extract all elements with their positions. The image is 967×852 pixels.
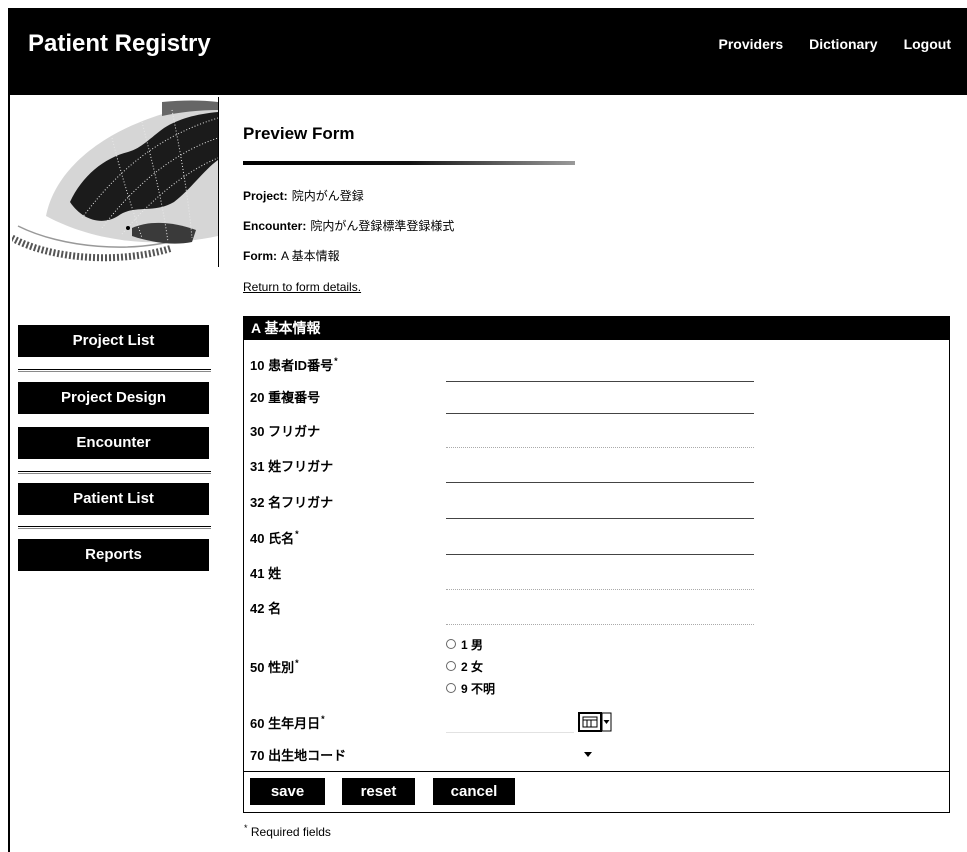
cancel-button[interactable]: cancel <box>433 778 515 805</box>
form-row-first-name: 42 名 <box>244 590 949 625</box>
top-nav: Providers Dictionary Logout <box>719 35 951 53</box>
sidebar-divider <box>18 526 211 529</box>
field-label: 70 出生地コード <box>250 747 347 763</box>
required-fields-note: * Required fields <box>243 820 331 840</box>
form-section-title: A 基本情報 <box>244 316 949 340</box>
sidebar-item-reports[interactable]: Reports <box>18 539 209 571</box>
required-mark: * <box>244 823 248 833</box>
form-value: A 基本情報 <box>281 249 340 263</box>
form-row-birthplace-code: 70 出生地コード <box>244 737 949 771</box>
required-mark: * <box>334 356 338 367</box>
form-info: Form: A 基本情報 <box>243 248 340 264</box>
field-label: 42 名 <box>250 601 282 616</box>
form-row-first-name-furigana: 32 名フリガナ <box>244 483 949 519</box>
reset-button[interactable]: reset <box>342 778 415 805</box>
encounter-label: Encounter: <box>243 219 307 233</box>
form-row-full-name: 40 氏名* <box>244 519 949 555</box>
duplicate-number-input[interactable] <box>446 393 754 414</box>
field-label: 41 姓 <box>250 566 282 581</box>
last-name-input[interactable] <box>446 569 754 590</box>
form-row-birth-date: 60 生年月日* <box>244 707 949 737</box>
field-label: 60 生年月日* <box>244 713 446 732</box>
radio-button[interactable] <box>446 683 456 693</box>
encounter-info: Encounter: 院内がん登録標準登録様式 <box>243 218 454 234</box>
save-button[interactable]: save <box>250 778 325 805</box>
top-header: Patient Registry Providers Dictionary Lo… <box>8 8 967 95</box>
sex-radio-female[interactable]: 2 女 <box>446 655 495 677</box>
page-left-border <box>8 95 10 852</box>
preview-form: A 基本情報 10 患者ID番号* 20 重複番号 30 フリガナ 31 姓フリ… <box>243 316 950 813</box>
patient-id-input[interactable] <box>446 360 754 382</box>
first-name-furigana-input[interactable] <box>446 497 754 519</box>
title-underline-bar <box>243 161 575 165</box>
sex-radio-male[interactable]: 1 男 <box>446 633 495 655</box>
sidebar-image-divider <box>218 97 219 267</box>
nav-link-providers[interactable]: Providers <box>719 35 784 53</box>
app-title: Patient Registry <box>28 30 211 57</box>
form-rows: 10 患者ID番号* 20 重複番号 30 フリガナ 31 姓フリガナ 32 名… <box>244 340 949 771</box>
birthplace-code-select[interactable] <box>446 744 598 764</box>
radio-label: 2 女 <box>461 659 484 674</box>
sidebar-item-project-design[interactable]: Project Design <box>18 382 209 414</box>
birth-date-input[interactable] <box>446 711 574 733</box>
radio-label: 1 男 <box>461 637 484 652</box>
radio-button[interactable] <box>446 639 456 649</box>
page-title: Preview Form <box>243 124 355 143</box>
required-fields-text: Required fields <box>250 825 331 839</box>
field-label: 50 性別* <box>244 657 446 676</box>
first-name-input[interactable] <box>446 604 754 625</box>
required-mark: * <box>295 658 299 669</box>
form-row-last-name-furigana: 31 姓フリガナ <box>244 448 949 483</box>
form-row-patient-id: 10 患者ID番号* <box>244 340 949 382</box>
required-mark: * <box>321 714 325 725</box>
sex-radio-group: 1 男 2 女 9 不明 <box>446 633 495 699</box>
project-info: Project: 院内がん登録 <box>243 188 364 204</box>
form-label: Form: <box>243 249 277 263</box>
last-name-furigana-input[interactable] <box>446 462 754 483</box>
sidebar-item-encounter[interactable]: Encounter <box>18 427 209 459</box>
field-label: 20 重複番号 <box>250 390 321 405</box>
field-label: 40 氏名* <box>244 528 446 547</box>
nav-link-logout[interactable]: Logout <box>904 35 951 53</box>
form-row-sex: 50 性別* 1 男 2 女 9 不明 <box>244 625 949 707</box>
calendar-icon[interactable] <box>578 711 612 733</box>
full-name-input[interactable] <box>446 533 754 555</box>
return-to-form-details-link[interactable]: Return to form details. <box>243 279 361 295</box>
required-mark: * <box>295 529 299 540</box>
form-row-furigana: 30 フリガナ <box>244 413 949 448</box>
sidebar-divider <box>18 471 211 474</box>
field-label-text: 50 性別 <box>250 659 295 675</box>
sidebar-item-patient-list[interactable]: Patient List <box>18 483 209 515</box>
form-row-duplicate-number: 20 重複番号 <box>244 380 949 414</box>
radio-button[interactable] <box>446 661 456 671</box>
furigana-input[interactable] <box>446 427 754 448</box>
form-button-bar: save reset cancel <box>244 771 949 811</box>
nav-link-dictionary[interactable]: Dictionary <box>809 35 877 53</box>
calendar-button[interactable] <box>578 711 612 733</box>
chevron-down-icon[interactable] <box>584 751 592 757</box>
radio-label: 9 不明 <box>461 681 496 696</box>
field-label-text: 40 氏名 <box>250 530 295 546</box>
sidebar-item-project-list[interactable]: Project List <box>18 325 209 357</box>
project-label: Project: <box>243 189 288 203</box>
sex-radio-unknown[interactable]: 9 不明 <box>446 677 495 699</box>
encounter-value: 院内がん登録標準登録様式 <box>310 219 455 233</box>
sidebar-divider <box>18 369 211 372</box>
project-value: 院内がん登録 <box>291 189 364 203</box>
form-row-last-name: 41 姓 <box>244 555 949 590</box>
globe-logo-image <box>12 100 218 262</box>
field-label: 32 名フリガナ <box>250 494 334 510</box>
field-label: 30 フリガナ <box>250 424 321 439</box>
field-label-text: 10 患者ID番号 <box>250 357 334 373</box>
field-label: 10 患者ID番号* <box>244 355 446 374</box>
field-label-text: 60 生年月日 <box>250 715 321 731</box>
field-label: 31 姓フリガナ <box>250 459 334 474</box>
